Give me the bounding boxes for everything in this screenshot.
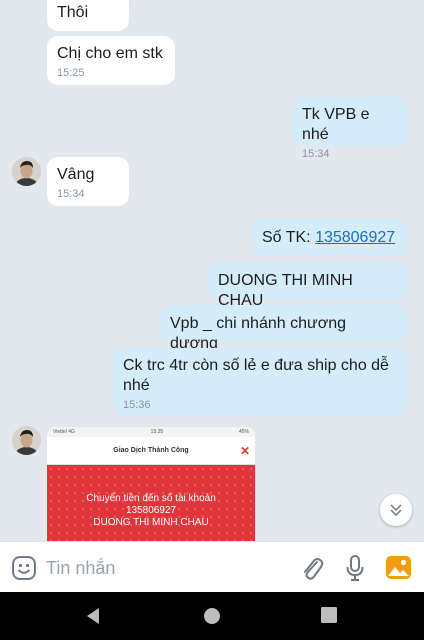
message-input[interactable] [46, 556, 276, 580]
avatar[interactable] [12, 426, 41, 455]
message-text: DUONG THI MINH CHAU [218, 272, 353, 309]
account-label: Số TK: [262, 229, 316, 246]
receipt-statusbar: Viettel 4G 15:35 45% [47, 427, 255, 437]
message-bubble[interactable]: Vâng 15:34 [47, 157, 129, 206]
message-bubble[interactable]: Chị cho em stk 15:25 [47, 36, 175, 85]
home-icon[interactable] [202, 606, 222, 626]
chat-area[interactable]: Thôi Chị cho em stk 15:25 Tk VPB e nhé 1… [0, 0, 424, 541]
avatar[interactable] [12, 157, 41, 186]
scroll-to-bottom-button[interactable] [380, 494, 412, 526]
receipt-carrier: Viettel 4G [53, 429, 75, 435]
emoji-icon[interactable] [11, 555, 37, 581]
message-bubble[interactable]: DUONG THI MINH CHAU [208, 262, 407, 309]
message-text: Tk VPB e nhé [302, 106, 370, 143]
android-nav-bar [0, 592, 424, 640]
chevron-down-icon [390, 504, 402, 517]
recents-icon[interactable] [320, 606, 338, 624]
message-time: 15:34 [57, 188, 85, 200]
message-time: 15:25 [57, 67, 85, 79]
message-bubble[interactable]: Vpb _ chi nhánh chương dương [160, 305, 407, 352]
message-text: Chị cho em stk [57, 45, 163, 62]
receipt-image[interactable]: Viettel 4G 15:35 45% Giao Dịch Thành Côn… [47, 427, 255, 541]
back-icon[interactable] [84, 606, 102, 626]
message-time: 15:36 [123, 399, 151, 411]
receipt-time: 15:35 [150, 429, 164, 435]
account-number-link[interactable]: 135806927 [315, 229, 395, 246]
message-text: Vâng [57, 166, 95, 183]
message-bubble[interactable]: Số TK: 135806927 [252, 219, 407, 256]
message-bubble[interactable]: Thôi [47, 0, 129, 31]
message-text: Thôi [57, 4, 89, 21]
message-text: nhé [123, 377, 150, 394]
message-time: 15:34 [302, 148, 330, 160]
close-icon: ✕ [239, 444, 250, 458]
message-bubble[interactable]: Ck trc 4tr còn số lẻ e đưa ship cho dễ n… [113, 348, 407, 416]
gallery-icon[interactable] [385, 555, 412, 580]
message-text: Vpb _ chi nhánh chương dương [170, 315, 346, 352]
receipt-title: Giao Dịch Thành Công [113, 447, 189, 454]
attach-icon[interactable] [299, 554, 325, 582]
receipt-body: Chuyển tiền đến số tài khoản 135806927 D… [47, 465, 255, 541]
mic-icon[interactable] [345, 554, 365, 582]
message-bubble[interactable]: Tk VPB e nhé 15:34 [292, 97, 407, 160]
receipt-battery: 45% [238, 429, 249, 435]
message-text: Ck trc 4tr còn số lẻ e đưa ship cho dễ [123, 357, 389, 374]
message-composer [0, 541, 424, 592]
receipt-header: Giao Dịch Thành Công ✕ [47, 437, 255, 465]
